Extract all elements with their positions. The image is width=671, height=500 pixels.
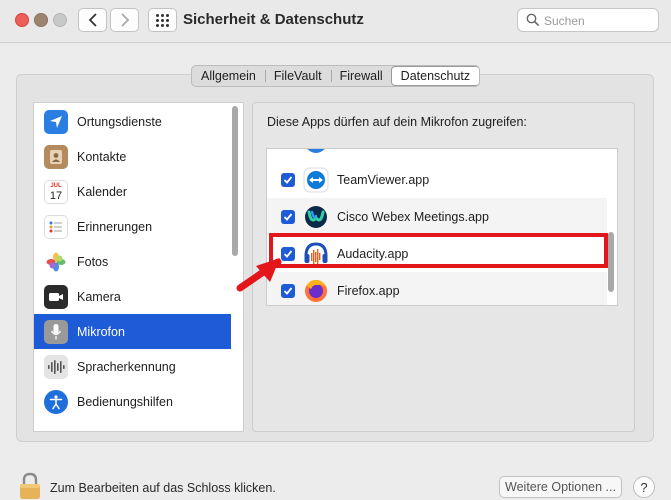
sidebar-item-kamera[interactable]: Kamera: [34, 279, 231, 314]
contacts-icon: [44, 144, 68, 169]
teamviewer-icon: [303, 167, 329, 193]
chevron-left-icon: [88, 13, 97, 27]
checkmark-icon: [283, 212, 293, 221]
webex-icon: [303, 204, 329, 230]
reminders-icon: [44, 214, 68, 239]
app-name: Firefox.app: [337, 283, 400, 298]
grid-icon: [156, 13, 169, 27]
firefox-checkbox[interactable]: [281, 283, 295, 298]
accessibility-icon: [44, 389, 68, 414]
minimize-window-button[interactable]: [34, 13, 48, 27]
show-all-preferences-button[interactable]: [148, 8, 177, 32]
list-item-partial: [267, 149, 607, 160]
photos-icon: [44, 249, 68, 274]
sidebar-item-bedienungshilfen[interactable]: Bedienungshilfen: [34, 384, 231, 419]
app-list-scrollbar[interactable]: [608, 232, 614, 292]
close-window-button[interactable]: [15, 13, 29, 27]
search-icon: [526, 13, 540, 27]
app-row-firefox[interactable]: Firefox.app: [267, 272, 607, 305]
sidebar-item-label: Kamera: [77, 289, 121, 304]
tab-firewall[interactable]: Firewall: [330, 66, 392, 86]
more-options-button[interactable]: Weitere Optionen ...: [499, 476, 622, 498]
lock-hint-text: Zum Bearbeiten auf das Schloss klicken.: [50, 481, 276, 495]
search-input[interactable]: [542, 12, 656, 30]
sidebar-item-label: Bedienungshilfen: [77, 394, 173, 409]
sidebar-item-label: Spracherkennung: [77, 359, 176, 374]
camera-icon: [44, 284, 68, 309]
forward-button[interactable]: [110, 8, 139, 32]
back-button[interactable]: [78, 8, 107, 32]
sidebar-item-label: Erinnerungen: [77, 219, 153, 234]
tab-datenschutz[interactable]: Datenschutz: [390, 66, 480, 86]
sidebar-item-spracherkennung[interactable]: Spracherkennung: [34, 349, 231, 384]
sidebar-item-fotos[interactable]: Fotos: [34, 244, 231, 279]
app-row-webex[interactable]: Cisco Webex Meetings.app: [267, 198, 607, 235]
tab-filevault[interactable]: FileVault: [264, 66, 331, 86]
chevron-right-icon: [120, 13, 129, 27]
help-button[interactable]: ?: [633, 476, 655, 498]
tab-bar: Allgemein FileVault Firewall Datenschutz: [191, 65, 481, 87]
location-arrow-icon: [44, 109, 68, 134]
privacy-category-list: Ortungsdienste Kontakte JUL 17 Kalender …: [33, 102, 244, 432]
zoom-window-button[interactable]: [53, 13, 67, 27]
pane-heading: Diese Apps dürfen auf dein Mikrofon zugr…: [267, 115, 527, 129]
webex-checkbox[interactable]: [281, 209, 295, 224]
calendar-icon: JUL 17: [44, 179, 68, 204]
sidebar-item-label: Mikrofon: [77, 324, 125, 339]
sidebar-item-label: Fotos: [77, 254, 109, 269]
app-name: TeamViewer.app: [337, 172, 430, 187]
sidebar-item-ortungsdienste[interactable]: Ortungsdienste: [34, 104, 231, 139]
tab-allgemein[interactable]: Allgemein: [192, 66, 265, 86]
app-name: Cisco Webex Meetings.app: [337, 209, 489, 224]
sidebar-item-label: Kalender: [77, 184, 128, 199]
sidebar-item-kalender[interactable]: JUL 17 Kalender: [34, 174, 231, 209]
search-field[interactable]: [517, 8, 659, 32]
window-title: Sicherheit & Datenschutz: [183, 11, 364, 28]
sidebar-item-kontakte[interactable]: Kontakte: [34, 139, 231, 174]
checkmark-icon: [283, 175, 293, 184]
title-bar: Sicherheit & Datenschutz: [0, 0, 671, 43]
app-row-teamviewer[interactable]: TeamViewer.app: [267, 161, 607, 198]
sidebar-item-label: Ortungsdienste: [77, 114, 162, 129]
speech-recognition-icon: [44, 354, 68, 379]
audacity-highlight-box: [269, 233, 608, 268]
firefox-icon: [303, 278, 329, 304]
sidebar-scrollbar[interactable]: [232, 106, 238, 256]
microphone-icon: [44, 319, 68, 344]
app-list: TeamViewer.app Cisco Webex Meetings.app: [266, 148, 618, 306]
app-partial-icon: [303, 149, 329, 155]
sidebar-item-label: Kontakte: [77, 149, 127, 164]
lock-icon[interactable]: [18, 472, 42, 500]
teamviewer-checkbox[interactable]: [281, 172, 295, 187]
sidebar-item-erinnerungen[interactable]: Erinnerungen: [34, 209, 231, 244]
sidebar-item-mikrofon[interactable]: Mikrofon: [34, 314, 231, 349]
checkmark-icon: [283, 286, 293, 295]
annotation-arrow-icon: [236, 258, 282, 292]
